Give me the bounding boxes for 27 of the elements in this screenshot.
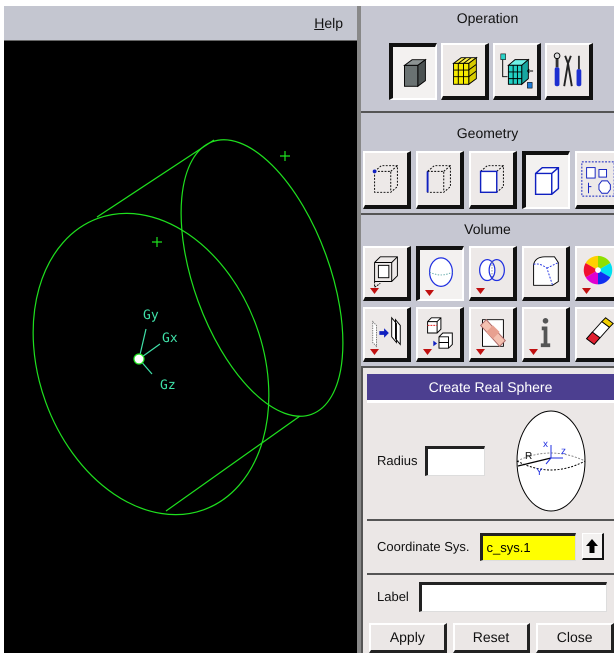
coordinate-system-field[interactable]: c_sys.1 (480, 532, 576, 561)
section-title: Operation (456, 10, 518, 26)
panel-title: Create Real Sphere (367, 374, 614, 403)
field-label: Coordinate Sys. (377, 539, 470, 554)
field-label: Radius (377, 453, 418, 468)
up-arrow-icon (586, 539, 598, 554)
action-button[interactable]: Apply (369, 622, 447, 653)
section-title: Volume (464, 220, 511, 237)
axis-label: Gz (160, 378, 176, 393)
axis-triad-icon (133, 328, 161, 375)
section-title: Geometry (456, 125, 518, 142)
select-button[interactable] (582, 533, 604, 560)
label-field[interactable] (418, 582, 607, 612)
field-label: Label (377, 589, 409, 604)
axis-label: Gx (162, 331, 178, 346)
diagram-label: Y (536, 466, 544, 478)
menu-item[interactable]: Help (314, 15, 343, 31)
axis-label: Gy (143, 308, 159, 323)
tool-button[interactable] (522, 151, 570, 210)
diagram-label: R (525, 450, 533, 462)
diagram-label: x (543, 438, 548, 450)
tool-button[interactable] (416, 246, 464, 301)
action-button[interactable]: Close (536, 622, 614, 653)
diagram-label: z (561, 446, 566, 457)
radius-field[interactable] (425, 446, 486, 476)
tool-button[interactable] (389, 43, 437, 100)
action-button[interactable]: Reset (452, 622, 530, 653)
